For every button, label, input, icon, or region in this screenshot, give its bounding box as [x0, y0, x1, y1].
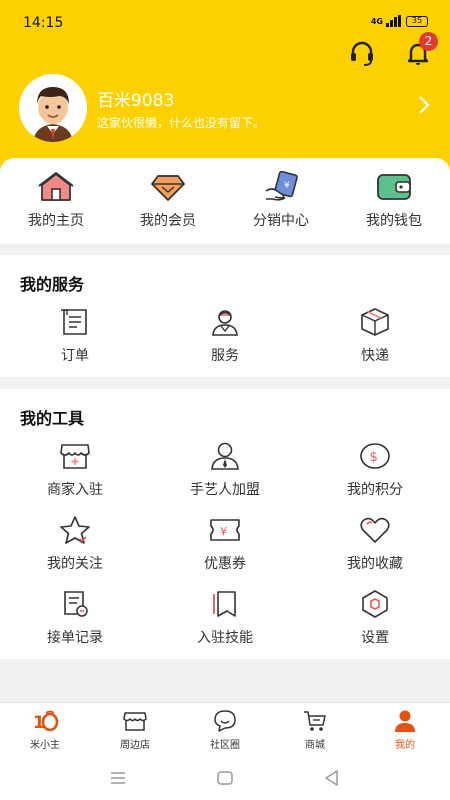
services-section: 我的服务 订单 服务 快递 [0, 255, 450, 377]
quick-link-label: 我的会员 [140, 213, 196, 229]
service-service[interactable]: 服务 [150, 307, 300, 377]
grid-item-label: 服务 [211, 348, 239, 364]
grid-item-label: 订单 [61, 348, 89, 364]
mixiaozhu-logo-icon: 1 [33, 710, 59, 733]
svg-text:¥: ¥ [220, 525, 227, 538]
quick-link-wallet[interactable]: 我的钱包 [338, 158, 450, 244]
bottom-tab-bar: 1 米小主 周边店 社区圈 商城 我的 [0, 702, 450, 758]
grid-item-label: 手艺人加盟 [190, 482, 260, 498]
tool-my-follows[interactable]: 我的关注 [0, 515, 150, 585]
battery-icon: 35 [406, 15, 428, 27]
quick-links-card: 我的主页 我的会员 ¥ 分销中心 我的钱包 [0, 158, 450, 244]
cart-icon [304, 711, 326, 731]
record-icon [64, 591, 88, 617]
tab-label: 商城 [305, 740, 325, 751]
user-bio: 这家伙很懒，什么也没有留下。 [97, 116, 266, 130]
chat-bubble-icon [214, 710, 236, 732]
avatar[interactable] [19, 74, 87, 142]
grid-item-label: 商家入驻 [47, 482, 103, 498]
tab-label: 我的 [395, 740, 415, 751]
menu-icon[interactable] [108, 768, 128, 788]
service-express[interactable]: 快递 [300, 307, 450, 377]
quick-link-home[interactable]: 我的主页 [0, 158, 112, 244]
tab-label: 社区圈 [210, 740, 240, 751]
store-icon [123, 712, 147, 731]
customer-service-headset-icon[interactable] [347, 38, 377, 68]
system-nav-bar [0, 758, 450, 800]
status-time: 14:15 [23, 15, 64, 31]
quick-link-membership[interactable]: 我的会员 [112, 158, 224, 244]
tool-my-points[interactable]: $ 我的积分 [300, 441, 450, 511]
grid-item-label: 我的收藏 [347, 556, 403, 572]
grid-item-label: 我的关注 [47, 556, 103, 572]
signal-icon [386, 15, 401, 27]
avatar-cartoon-icon [19, 74, 87, 142]
grid-item-label: 设置 [361, 630, 389, 646]
username[interactable]: 百米9083 [97, 86, 174, 111]
tools-section: 我的工具 商家入驻 手艺人加盟 $ 我的积分 我的关注 ¥ 优惠券 我的收藏 接… [0, 389, 450, 659]
tool-craftsman-join[interactable]: 手艺人加盟 [150, 441, 300, 511]
diamond-icon [151, 175, 185, 201]
tool-settle-skill[interactable]: 入驻技能 [150, 589, 300, 659]
quick-link-label: 我的钱包 [366, 213, 422, 229]
settings-icon [362, 590, 388, 618]
points-coin-icon: $ [360, 443, 390, 469]
user-icon [395, 710, 415, 732]
quick-link-distribution[interactable]: ¥ 分销中心 [225, 158, 337, 244]
quick-link-label: 我的主页 [28, 213, 84, 229]
tab-mall[interactable]: 商城 [270, 703, 360, 759]
tool-order-records[interactable]: 接单记录 [0, 589, 150, 659]
tab-mixiaozhu[interactable]: 1 米小主 [0, 703, 90, 759]
coupon-icon: ¥ [210, 519, 240, 541]
home-button-icon[interactable] [215, 768, 235, 788]
order-icon [61, 309, 87, 335]
tool-settings[interactable]: 设置 [300, 589, 450, 659]
grid-item-label: 我的积分 [347, 482, 403, 498]
svg-text:¥: ¥ [284, 181, 290, 191]
tab-community[interactable]: 社区圈 [180, 703, 270, 759]
wallet-icon [377, 174, 411, 200]
shop-icon [60, 444, 90, 469]
skill-book-icon [213, 591, 236, 617]
tool-coupons[interactable]: ¥ 优惠券 [150, 515, 300, 585]
service-order[interactable]: 订单 [0, 307, 150, 377]
tab-label: 周边店 [120, 740, 150, 751]
section-title-tools: 我的工具 [20, 409, 85, 428]
tab-mine[interactable]: 我的 [360, 703, 450, 759]
grid-item-label: 优惠券 [204, 556, 246, 572]
grid-item-label: 接单记录 [47, 630, 103, 646]
grid-item-label: 入驻技能 [197, 630, 253, 646]
back-icon[interactable] [322, 768, 342, 788]
tab-label: 米小主 [30, 740, 60, 751]
distribution-icon: ¥ [265, 171, 298, 201]
notification-badge: 2 [419, 32, 438, 51]
chevron-right-icon[interactable] [416, 94, 432, 116]
home-icon [38, 172, 74, 201]
quick-link-label: 分销中心 [253, 213, 309, 229]
heart-icon [360, 517, 390, 543]
tab-nearby-store[interactable]: 周边店 [90, 703, 180, 759]
svg-text:$: $ [370, 450, 378, 465]
grid-item-label: 快递 [361, 348, 389, 364]
status-bar: 14:15 4G 35 [0, 0, 450, 46]
craftsman-icon [211, 442, 239, 470]
package-icon [361, 308, 389, 336]
tool-merchant-settle[interactable]: 商家入驻 [0, 441, 150, 511]
service-worker-icon [212, 310, 238, 336]
status-icons: 4G 35 [371, 15, 428, 27]
tool-my-favorites[interactable]: 我的收藏 [300, 515, 450, 585]
network-label: 4G [370, 16, 383, 26]
star-icon [60, 516, 90, 544]
section-title-services: 我的服务 [20, 275, 85, 294]
